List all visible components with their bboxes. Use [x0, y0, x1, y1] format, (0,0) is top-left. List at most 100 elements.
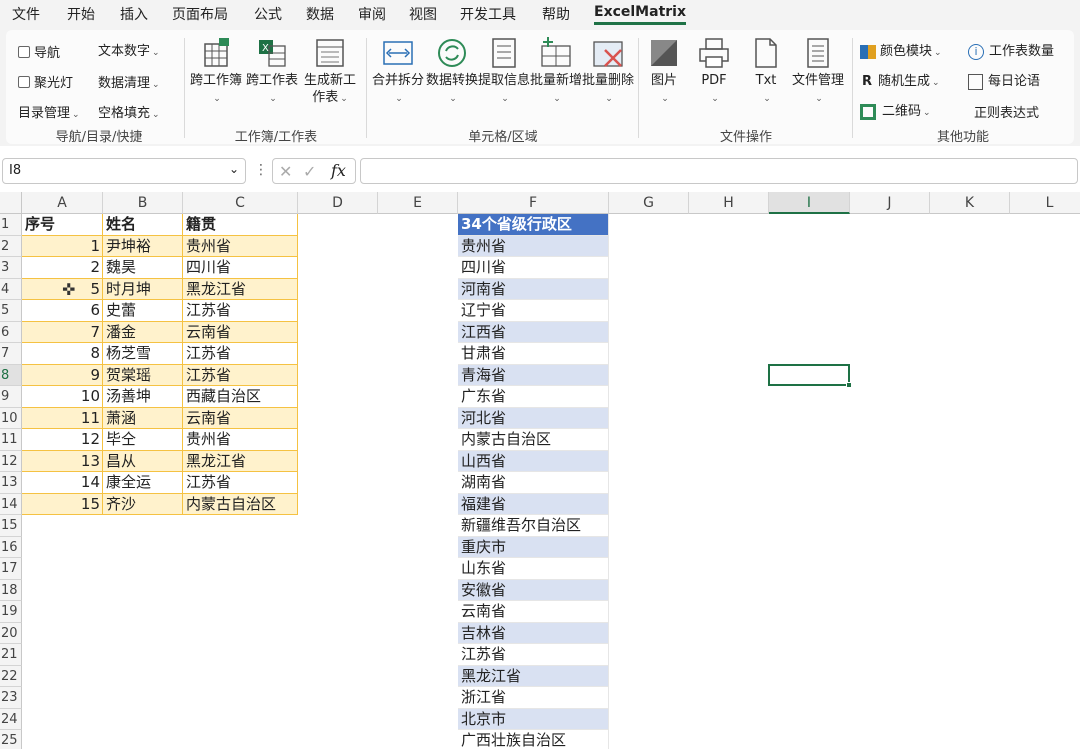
row-header[interactable]: 23 [0, 687, 22, 709]
province-cell[interactable]: 黑龙江省 [458, 665, 609, 687]
random-gen-button[interactable]: R 随机生成 ⌄ [862, 70, 940, 89]
menu-help[interactable]: 帮助 [542, 4, 570, 24]
table-cell[interactable]: 云南省 [183, 407, 298, 429]
directory-manage-button[interactable]: 目录管理 ⌄ [18, 102, 80, 121]
table-cell[interactable]: 尹坤裕 [103, 235, 183, 257]
row-header[interactable]: 21 [0, 644, 22, 666]
spreadsheet-grid[interactable]: ABCDEFGHIJKL 1 2 3 4 5 6 7 8 9 10 11 12 13 14 15 16 17 18… [0, 192, 1080, 749]
column-header-c[interactable]: C [183, 192, 298, 214]
row-header[interactable]: 7 [0, 343, 22, 365]
row-header[interactable]: 10 [0, 407, 22, 429]
table-cell[interactable]: 贺棠瑶 [103, 364, 183, 386]
file-manage-button[interactable]: 文件管理 ⌄ [790, 36, 846, 108]
text-number-button[interactable]: 文本数字 ⌄ [98, 40, 160, 59]
table-cell[interactable]: 毕仝 [103, 429, 183, 451]
row-header[interactable]: 8 [0, 364, 22, 386]
table-cell[interactable]: 13 [22, 450, 103, 472]
table-cell[interactable]: 潘金 [103, 321, 183, 343]
province-cell[interactable]: 云南省 [458, 601, 609, 623]
table-cell[interactable]: 贵州省 [183, 235, 298, 257]
more-options-icon[interactable]: ⋮ [254, 162, 268, 178]
table-cell[interactable]: 8 [22, 343, 103, 365]
province-cell[interactable]: 山东省 [458, 558, 609, 580]
table-cell[interactable]: 江苏省 [183, 343, 298, 365]
row-header[interactable]: 14 [0, 493, 22, 515]
cancel-icon[interactable]: ✕ [279, 162, 292, 181]
table-cell[interactable]: 7 [22, 321, 103, 343]
province-cell[interactable]: 广东省 [458, 386, 609, 408]
row-header[interactable]: 1 [0, 214, 22, 236]
pdf-button[interactable]: PDF ⌄ [686, 36, 742, 108]
menu-data[interactable]: 数据 [306, 4, 334, 24]
chevron-down-icon[interactable]: ⌄ [229, 162, 239, 176]
table-cell[interactable]: 杨芝雪 [103, 343, 183, 365]
row-header[interactable]: 18 [0, 579, 22, 601]
table-cell[interactable]: 1 [22, 235, 103, 257]
select-all-corner[interactable] [0, 192, 22, 214]
column-header-k[interactable]: K [930, 192, 1010, 214]
name-box[interactable]: I8 ⌄ [2, 158, 246, 184]
table-cell[interactable]: 江苏省 [183, 300, 298, 322]
table-cell[interactable]: 时月坤 [103, 278, 183, 300]
province-cell[interactable]: 江苏省 [458, 644, 609, 666]
table-cell[interactable]: 江苏省 [183, 472, 298, 494]
province-cell[interactable]: 四川省 [458, 257, 609, 279]
table-cell[interactable]: 黑龙江省 [183, 450, 298, 472]
table-cell[interactable]: 汤善坤 [103, 386, 183, 408]
province-cell[interactable]: 广西壮族自治区 [458, 730, 609, 749]
menu-view[interactable]: 视图 [409, 4, 437, 24]
menu-home[interactable]: 开始 [67, 4, 95, 24]
province-cell[interactable]: 吉林省 [458, 622, 609, 644]
column-header-f[interactable]: F [458, 192, 609, 214]
formula-input[interactable] [360, 158, 1078, 184]
table-cell[interactable]: 9 [22, 364, 103, 386]
cross-worksheet-button[interactable]: X 跨工作表 ⌄ [244, 36, 300, 108]
daily-quote-button[interactable]: 每日论语 [968, 70, 1040, 90]
province-cell[interactable]: 内蒙古自治区 [458, 429, 609, 451]
fill-handle[interactable] [846, 382, 852, 388]
province-cell[interactable]: 湖南省 [458, 472, 609, 494]
merge-split-button[interactable]: 合并拆分 ⌄ [370, 36, 426, 108]
toggle-navigation[interactable]: 导航 [18, 42, 60, 61]
row-header[interactable]: 9 [0, 386, 22, 408]
new-sheet-button[interactable]: 生成新工作表 ⌄ [300, 36, 360, 108]
row-header[interactable]: 15 [0, 515, 22, 537]
checkbox-icon[interactable] [18, 45, 30, 58]
row-header[interactable]: 12 [0, 450, 22, 472]
row-header[interactable]: 4 [0, 278, 22, 300]
row-header[interactable]: 3 [0, 257, 22, 279]
selected-cell-box[interactable] [768, 363, 850, 386]
batch-add-button[interactable]: 批量新增 ⌄ [528, 36, 584, 108]
province-cell[interactable]: 辽宁省 [458, 300, 609, 322]
table-cell[interactable]: 康全运 [103, 472, 183, 494]
row-header[interactable]: 6 [0, 321, 22, 343]
province-cell[interactable]: 甘肃省 [458, 343, 609, 365]
table-cell[interactable]: 11 [22, 407, 103, 429]
table-cell[interactable]: 内蒙古自治区 [183, 493, 298, 515]
toggle-spotlight[interactable]: 聚光灯 [18, 72, 73, 91]
table-cell[interactable]: 齐沙 [103, 493, 183, 515]
table-cell[interactable]: 10 [22, 386, 103, 408]
row-header[interactable]: 20 [0, 622, 22, 644]
province-cell[interactable]: 青海省 [458, 364, 609, 386]
table-cell[interactable]: 14 [22, 472, 103, 494]
province-header-cell[interactable]: 34个省级行政区 [458, 214, 609, 236]
table-header-cell[interactable]: 序号 [22, 214, 103, 236]
menu-developer[interactable]: 开发工具 [460, 4, 516, 24]
menu-review[interactable]: 审阅 [358, 4, 386, 24]
province-cell[interactable]: 北京市 [458, 708, 609, 730]
regex-button[interactable]: 正则表达式 [974, 102, 1039, 121]
table-cell[interactable]: 魏昊 [103, 257, 183, 279]
province-cell[interactable]: 重庆市 [458, 536, 609, 558]
menu-excelmatrix[interactable]: ExcelMatrix [594, 4, 686, 25]
column-header-g[interactable]: G [609, 192, 689, 214]
province-cell[interactable]: 江西省 [458, 321, 609, 343]
row-header[interactable]: 11 [0, 429, 22, 451]
province-cell[interactable]: 福建省 [458, 493, 609, 515]
province-cell[interactable]: 贵州省 [458, 235, 609, 257]
table-cell[interactable]: 贵州省 [183, 429, 298, 451]
province-cell[interactable]: 河北省 [458, 407, 609, 429]
table-cell[interactable]: 黑龙江省 [183, 278, 298, 300]
data-convert-button[interactable]: 数据转换 ⌄ [424, 36, 480, 108]
row-header[interactable]: 17 [0, 558, 22, 580]
